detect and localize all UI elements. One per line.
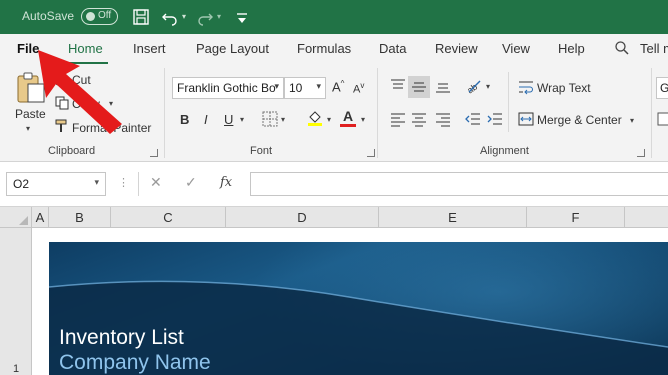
column-header-c[interactable]: C (111, 207, 226, 228)
group-divider (508, 72, 509, 132)
more-icon: ⋮ (118, 177, 129, 189)
borders-dropdown-icon[interactable]: ▾ (281, 115, 285, 124)
merge-center-icon (518, 111, 534, 127)
name-box[interactable]: O2 ▾ (6, 172, 106, 196)
chevron-down-icon: ▾ (316, 81, 321, 91)
cancel-icon[interactable]: ✕ (150, 174, 162, 191)
tab-page-layout[interactable]: Page Layout (196, 41, 269, 56)
font-name-select[interactable]: Franklin Gothic Bo ▾ (172, 77, 284, 99)
font-size-value: 10 (289, 81, 303, 95)
grow-font-caret: ^ (340, 79, 345, 88)
clipboard-group-label: Clipboard (48, 145, 96, 157)
bottom-align-icon[interactable] (435, 78, 451, 94)
column-header-b[interactable]: B (49, 207, 111, 228)
tell-me-box[interactable]: Tell m (640, 41, 668, 56)
lightbulb-icon (614, 40, 630, 56)
fill-color-dropdown-icon[interactable]: ▾ (327, 115, 331, 124)
group-divider (164, 68, 165, 158)
enter-icon[interactable]: ✓ (185, 174, 197, 191)
alignment-launcher-icon[interactable] (637, 149, 645, 157)
increase-font-size-button[interactable]: A^ (332, 79, 344, 94)
underline-dropdown-icon[interactable]: ▾ (240, 115, 244, 124)
toggle-knob (86, 12, 95, 21)
top-align-icon[interactable] (390, 78, 406, 94)
number-format-select[interactable]: G (656, 77, 668, 99)
underline-button[interactable]: U (224, 112, 233, 127)
group-divider (377, 68, 378, 158)
save-icon[interactable] (131, 7, 151, 27)
merge-center-button[interactable]: Merge & Center (537, 113, 622, 127)
increase-indent-icon[interactable] (487, 111, 503, 127)
number-format-value: G (660, 81, 668, 95)
row-header-1[interactable]: 1 (0, 363, 32, 375)
column-header-f[interactable]: F (527, 207, 625, 228)
shrink-font-caret: v (360, 81, 365, 90)
autosave-label: AutoSave (22, 9, 75, 23)
column-headers: A B C D E F (0, 206, 668, 228)
alignment-group-label: Alignment (480, 145, 529, 157)
font-size-select[interactable]: 10 ▾ (284, 77, 326, 99)
chevron-down-icon: ▾ (94, 177, 99, 187)
font-group-label: Font (250, 145, 273, 157)
red-arrow-icon (38, 50, 122, 134)
column-header-d[interactable]: D (226, 207, 379, 228)
undo-dropdown-icon[interactable]: ▾ (182, 12, 186, 21)
tab-insert[interactable]: Insert (133, 41, 166, 56)
fill-color-icon[interactable] (306, 109, 324, 127)
orientation-icon[interactable]: ab (465, 77, 483, 95)
tab-view[interactable]: View (502, 41, 530, 56)
company-name[interactable]: Company Name (59, 351, 211, 375)
wrap-text-icon (518, 79, 534, 95)
select-all-button[interactable] (0, 207, 32, 228)
align-right-icon[interactable] (435, 111, 451, 127)
align-left-icon[interactable] (390, 111, 406, 127)
orientation-dropdown-icon[interactable]: ▾ (486, 82, 490, 91)
font-color-dropdown-icon[interactable]: ▾ (361, 115, 365, 124)
group-divider (651, 68, 652, 158)
row-headers: 1 (0, 228, 32, 375)
font-color-button[interactable]: A (343, 108, 353, 124)
sheet-title[interactable]: Inventory List (59, 326, 184, 350)
bold-button[interactable]: B (180, 112, 189, 127)
italic-button[interactable]: I (204, 112, 208, 127)
formula-bar: O2 ▾ ⋮ ✕ ✓ fx (0, 162, 668, 208)
decrease-font-size-button[interactable]: Av (353, 81, 364, 96)
tab-help[interactable]: Help (558, 41, 585, 56)
column-header-a[interactable]: A (32, 207, 49, 228)
tab-formulas[interactable]: Formulas (297, 41, 351, 56)
clipboard-launcher-icon[interactable] (150, 149, 158, 157)
decrease-indent-icon[interactable] (465, 111, 481, 127)
font-name-value: Franklin Gothic Bo (177, 81, 276, 95)
undo-icon[interactable] (160, 7, 180, 27)
font-launcher-icon[interactable] (367, 149, 375, 157)
name-box-value: O2 (13, 177, 30, 191)
merge-center-dropdown-icon[interactable]: ▾ (630, 116, 634, 125)
customize-qat-icon[interactable] (232, 9, 252, 29)
formula-input[interactable] (250, 172, 668, 196)
borders-icon[interactable] (262, 111, 278, 127)
formula-divider (138, 172, 139, 196)
autosave-toggle[interactable]: Off (81, 8, 118, 25)
redo-icon[interactable] (195, 7, 215, 27)
font-color-swatch (340, 124, 356, 127)
wrap-text-button[interactable]: Wrap Text (537, 81, 591, 95)
title-bar: AutoSave Off ▾ ▾ (0, 0, 668, 34)
insert-function-button[interactable]: fx (220, 175, 232, 190)
chevron-down-icon: ▾ (274, 81, 279, 91)
tab-review[interactable]: Review (435, 41, 478, 56)
align-center-icon[interactable] (411, 111, 427, 127)
grow-font-glyph: A (332, 79, 341, 95)
number-format-icon[interactable] (657, 111, 668, 127)
middle-align-icon (411, 79, 427, 95)
toggle-state: Off (98, 10, 112, 21)
tab-data[interactable]: Data (379, 41, 406, 56)
redo-dropdown-icon[interactable]: ▾ (217, 12, 221, 21)
select-all-icon (19, 216, 28, 225)
column-header-e[interactable]: E (379, 207, 527, 228)
